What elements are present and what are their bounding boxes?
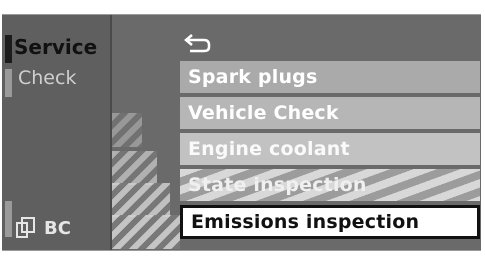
idrive-screen: Service Check BC Spark plugs Vehicle Che… [0,0,485,260]
menu-title[interactable]: Service [14,35,97,59]
left-panel: Service Check BC [2,15,110,250]
back-arrow-icon[interactable] [182,31,214,55]
menu-item-state-inspection[interactable]: State inspection [180,169,480,201]
left-accent-bar [5,35,12,63]
left-accent-bar [5,69,12,97]
left-accent-bar [5,201,12,237]
menu-subtitle[interactable]: Check [18,67,76,89]
bc-shortcut[interactable]: BC [16,215,71,241]
service-menu: Spark plugs Vehicle Check Engine coolant… [112,15,481,250]
menu-item-emissions-inspection[interactable]: Emissions inspection [180,205,480,239]
bc-label: BC [44,217,71,239]
decorative-pattern [112,215,180,249]
decorative-pattern [112,183,170,217]
decorative-pattern [112,151,157,185]
board-computer-icon [16,217,36,239]
display-frame: Service Check BC Spark plugs Vehicle Che… [2,14,481,251]
menu-item-engine-coolant[interactable]: Engine coolant [180,133,480,165]
decorative-pattern [112,113,142,147]
menu-item-vehicle-check[interactable]: Vehicle Check [180,97,480,129]
menu-item-spark-plugs[interactable]: Spark plugs [180,61,480,93]
